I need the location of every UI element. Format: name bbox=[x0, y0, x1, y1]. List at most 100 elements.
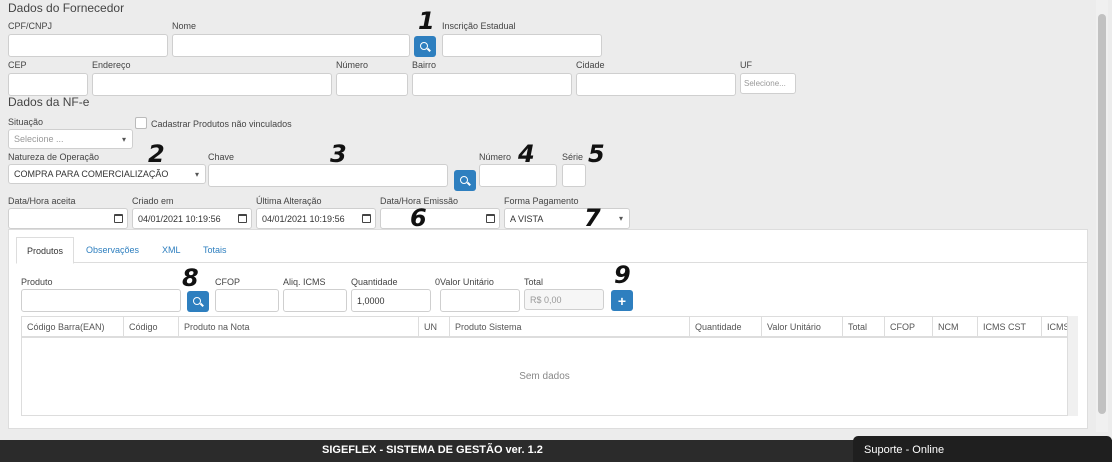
col-unit-value[interactable]: Valor Unitário bbox=[762, 317, 843, 337]
series-label: Série bbox=[562, 152, 584, 162]
calendar-icon bbox=[362, 214, 371, 223]
payment-label: Forma Pagamento bbox=[504, 196, 579, 206]
tab-xml[interactable]: XML bbox=[162, 245, 181, 255]
calendar-icon bbox=[238, 214, 247, 223]
created-date-input[interactable]: 04/01/2021 10:19:56 bbox=[132, 208, 252, 229]
cpf-label: CPF/CNPJ bbox=[8, 21, 53, 31]
accepted-label: Data/Hora aceita bbox=[8, 196, 76, 206]
annotation-4: 4 bbox=[518, 140, 535, 168]
address-input[interactable] bbox=[92, 73, 332, 96]
col-code[interactable]: Código bbox=[124, 317, 179, 337]
register-unlinked-checkbox[interactable] bbox=[135, 117, 147, 129]
issued-date-input[interactable] bbox=[380, 208, 500, 229]
unit-value-label: 0Valor Unitário bbox=[435, 277, 494, 287]
operation-select[interactable]: COMPRA PARA COMERCIALIZAÇÃO bbox=[8, 164, 206, 184]
cfop-input[interactable] bbox=[215, 289, 279, 312]
annotation-5: 5 bbox=[588, 140, 605, 168]
district-label: Bairro bbox=[412, 60, 437, 70]
tab-products[interactable]: Produtos bbox=[16, 237, 75, 264]
key-input[interactable] bbox=[208, 164, 448, 187]
state-reg-label: Inscrição Estadual bbox=[442, 21, 516, 31]
unit-value-input[interactable] bbox=[440, 289, 520, 312]
key-label: Chave bbox=[208, 152, 235, 162]
product-search-button[interactable] bbox=[187, 291, 209, 312]
annotation-2: 2 bbox=[148, 140, 165, 168]
number-input[interactable] bbox=[336, 73, 408, 96]
col-product-system[interactable]: Produto Sistema bbox=[450, 317, 690, 337]
cfop-label: CFOP bbox=[215, 277, 241, 287]
annotation-1: 1 bbox=[418, 7, 435, 35]
calendar-icon bbox=[114, 214, 123, 223]
annotation-8: 8 bbox=[182, 264, 199, 292]
col-cfop[interactable]: CFOP bbox=[885, 317, 933, 337]
annotation-7: 7 bbox=[584, 204, 601, 232]
supplier-section-title: Dados do Fornecedor bbox=[8, 1, 125, 15]
city-input[interactable] bbox=[576, 73, 736, 96]
icms-label: Aliq. ICMS bbox=[283, 277, 326, 287]
series-input[interactable] bbox=[562, 164, 586, 187]
qty-input[interactable]: 1,0000 bbox=[351, 289, 431, 312]
uf-select[interactable]: Selecione... bbox=[740, 73, 796, 94]
col-un[interactable]: UN bbox=[419, 317, 450, 337]
state-reg-input[interactable] bbox=[442, 34, 602, 57]
search-icon bbox=[420, 41, 428, 50]
updated-date-input[interactable]: 04/01/2021 10:19:56 bbox=[256, 208, 376, 229]
col-qty[interactable]: Quantidade bbox=[690, 317, 762, 337]
col-product-note[interactable]: Produto na Nota bbox=[179, 317, 419, 337]
cep-input[interactable] bbox=[8, 73, 88, 96]
nfe-section-title: Dados da NF-e bbox=[8, 95, 90, 109]
add-product-button[interactable]: + bbox=[611, 290, 633, 311]
annotation-3: 3 bbox=[330, 140, 347, 168]
name-label: Nome bbox=[172, 21, 197, 31]
district-input[interactable] bbox=[412, 73, 572, 96]
name-input[interactable] bbox=[172, 34, 410, 57]
col-icms-cst[interactable]: ICMS CST bbox=[978, 317, 1042, 337]
products-table: Código Barra(EAN) Código Produto na Nota… bbox=[21, 316, 1068, 416]
tab-observations[interactable]: Observações bbox=[86, 245, 139, 255]
uf-label: UF bbox=[740, 60, 752, 70]
support-label: Suporte - Online bbox=[864, 444, 945, 456]
col-ean[interactable]: Código Barra(EAN) bbox=[22, 317, 124, 337]
product-label: Produto bbox=[21, 277, 53, 287]
key-search-button[interactable] bbox=[454, 170, 476, 191]
cep-label: CEP bbox=[8, 60, 27, 70]
created-label: Criado em bbox=[132, 196, 174, 206]
address-label: Endereço bbox=[92, 60, 131, 70]
annotation-6: 6 bbox=[410, 204, 427, 232]
product-input[interactable] bbox=[21, 289, 181, 312]
support-chat-button[interactable]: Suporte - Online bbox=[853, 436, 1112, 462]
col-total[interactable]: Total bbox=[843, 317, 885, 337]
total-input: R$ 0,00 bbox=[524, 289, 604, 310]
qty-label: Quantidade bbox=[351, 277, 398, 287]
col-icms[interactable]: ICMS bbox=[1042, 317, 1067, 337]
nfe-number-label: Número bbox=[479, 152, 512, 162]
operation-label: Natureza de Operação bbox=[8, 152, 100, 162]
cpf-input[interactable] bbox=[8, 34, 168, 57]
plus-icon: + bbox=[617, 292, 627, 309]
table-header: Código Barra(EAN) Código Produto na Nota… bbox=[22, 317, 1067, 338]
icms-input[interactable] bbox=[283, 289, 347, 312]
accepted-date-input[interactable] bbox=[8, 208, 128, 229]
page-scrollbar[interactable] bbox=[1096, 0, 1108, 432]
total-label: Total bbox=[524, 277, 544, 287]
footer-title: SIGEFLEX - SISTEMA DE GESTÃO ver. 1.2 bbox=[322, 444, 543, 456]
grid-scrollbar[interactable] bbox=[1068, 316, 1078, 416]
updated-label: Última Alteração bbox=[256, 196, 322, 206]
situation-label: Situação bbox=[8, 117, 44, 127]
calendar-icon bbox=[486, 214, 495, 223]
scrollbar-thumb[interactable] bbox=[1098, 14, 1106, 414]
supplier-search-button[interactable] bbox=[414, 36, 436, 57]
tab-totals[interactable]: Totais bbox=[203, 245, 227, 255]
search-icon bbox=[460, 175, 468, 184]
col-ncm[interactable]: NCM bbox=[933, 317, 978, 337]
updated-date-value: 04/01/2021 10:19:56 bbox=[262, 213, 345, 224]
empty-text: Sem dados bbox=[519, 371, 570, 382]
register-unlinked-label: Cadastrar Produtos não vinculados bbox=[151, 119, 292, 129]
created-date-value: 04/01/2021 10:19:56 bbox=[138, 213, 221, 224]
situation-select[interactable]: Selecione ... bbox=[8, 129, 133, 149]
city-label: Cidade bbox=[576, 60, 605, 70]
search-icon bbox=[193, 296, 201, 305]
annotation-9: 9 bbox=[614, 261, 631, 289]
payment-select[interactable]: A VISTA bbox=[504, 208, 630, 229]
number-label: Número bbox=[336, 60, 369, 70]
